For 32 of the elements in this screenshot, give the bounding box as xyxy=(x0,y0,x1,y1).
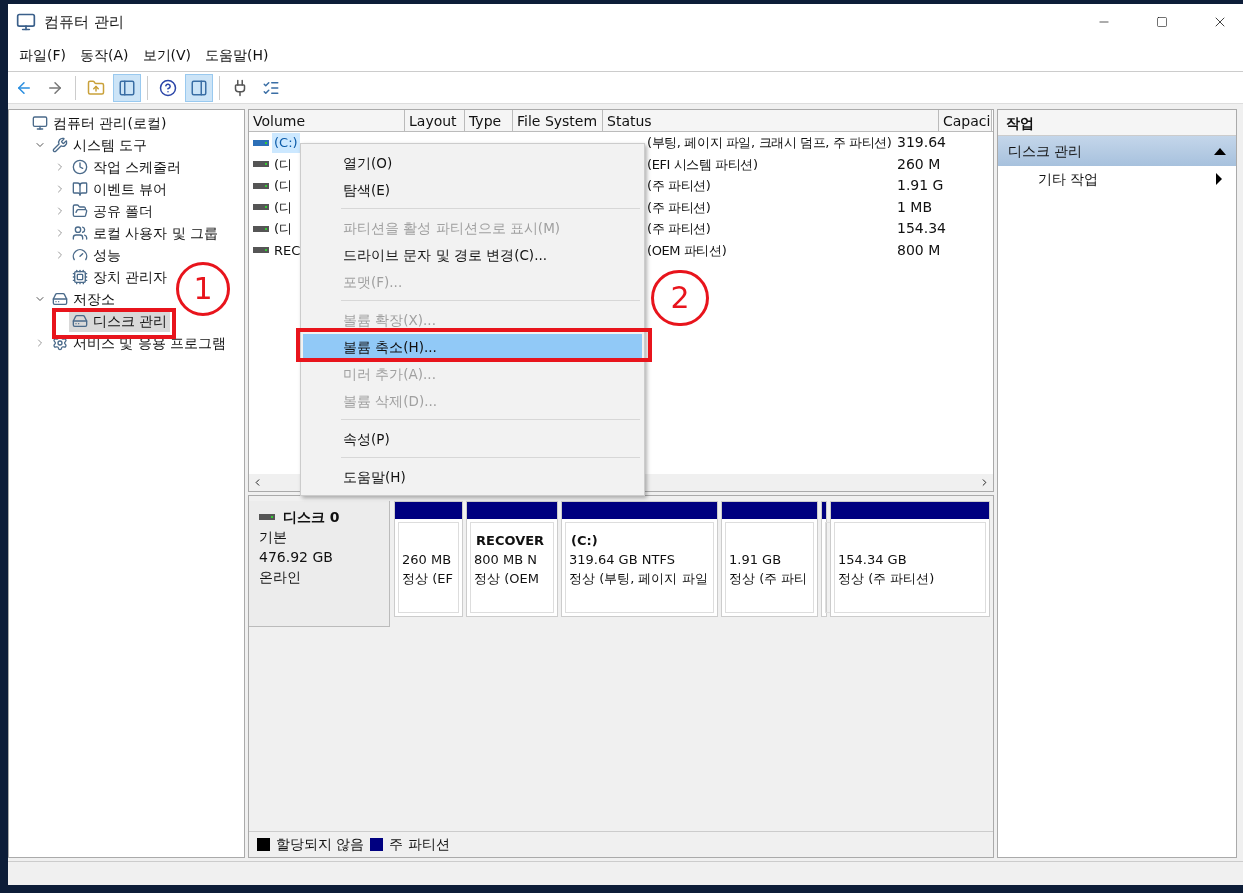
capacity-cell: 800 M xyxy=(897,241,941,258)
partition-status: 정상 (부팅, 페이지 파일 xyxy=(569,570,709,588)
status-cell: (부팅, 페이지 파일, 크래시 덤프, 주 파티션) xyxy=(647,135,892,150)
partition-name: (C:) xyxy=(570,532,598,550)
partition-status: 정상 (주 파티 xyxy=(729,570,809,588)
capacity-cell: 1 MB xyxy=(897,198,933,215)
disk-type: 기본 xyxy=(259,528,288,547)
partition-status: 정상 (EF xyxy=(402,570,454,588)
legend-label: 할당되지 않음 xyxy=(276,835,365,854)
capacity-cell: 154.34 xyxy=(897,220,946,237)
partition-size: 260 MB xyxy=(402,551,453,569)
partition-status: 정상 (주 파티션) xyxy=(838,570,936,588)
status-cell: (OEM 파티션) xyxy=(647,242,727,258)
partition-status: 정상 (OEM xyxy=(474,570,540,588)
partition-size: 1.91 GB xyxy=(729,551,783,569)
partition-size: 319.64 GB NTFS xyxy=(569,551,676,569)
capacity-cell: 1.91 G xyxy=(897,177,944,194)
capacity-cell: 319.64 xyxy=(897,134,946,151)
capacity-cell: 260 M xyxy=(897,155,941,172)
disk-size: 476.92 GB xyxy=(259,548,334,567)
action-header: 작업 xyxy=(998,110,1236,136)
status-cell: (주 파티션) xyxy=(647,221,711,236)
legend-label: 주 파티션 xyxy=(389,835,450,854)
window-title: 컴퓨터 관리 xyxy=(44,11,124,33)
partition-name: RECOVER xyxy=(475,532,545,550)
disk-name: 디스크 0 xyxy=(283,508,340,527)
status-cell: (주 파티션) xyxy=(647,178,711,193)
partition-size: 800 MB N xyxy=(474,551,538,569)
disk-state: 온라인 xyxy=(259,568,302,587)
status-cell: (주 파티션) xyxy=(647,199,711,215)
status-cell: (EFI 시스템 파티션) xyxy=(647,156,758,172)
partition-size: 154.34 GB xyxy=(838,551,908,569)
